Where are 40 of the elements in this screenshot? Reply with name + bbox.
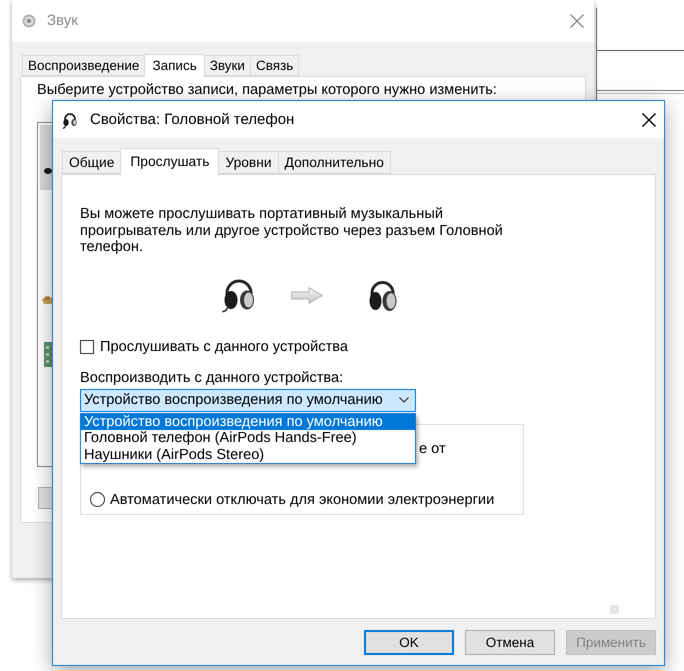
description-text: Вы можете прослушивать портативный музыкальный проигрыватель или другое устройство через разъем Головной телефон. (80, 206, 504, 256)
dropdown-option[interactable]: Устройство воспроизведения по умолчанию (81, 414, 415, 430)
radio-label[interactable]: Автоматически отключать для экономии электроэнергии (110, 492, 494, 508)
tab[interactable]: Связь (250, 55, 300, 76)
headset-icon (222, 278, 256, 312)
option-label: е от (419, 440, 446, 456)
field-label: Воспроизводить с данного устройства: (80, 370, 344, 386)
dialog-button[interactable]: Отмена (465, 630, 555, 655)
tab[interactable]: Запись (144, 54, 205, 77)
close-button[interactable] (641, 112, 657, 128)
window-title: Звук (47, 12, 78, 30)
checkbox-label[interactable]: Прослушивать с данного устройства (100, 338, 348, 354)
chevron-down-icon (399, 397, 409, 403)
speaker-icon (22, 13, 36, 29)
button[interactable] (38, 487, 53, 509)
dropdown-option[interactable]: Головной телефон (AirPods Hands-Free) (81, 430, 415, 446)
checkbox[interactable] (80, 340, 94, 354)
headset-icon (62, 110, 78, 128)
tab[interactable]: Звуки (204, 55, 251, 76)
arrow-right-icon (291, 286, 323, 304)
tab[interactable]: Общие (62, 151, 122, 174)
dropdown-select[interactable]: Устройство воспроизведения по умолчанию (80, 388, 416, 412)
tab[interactable]: Уровни (218, 151, 279, 174)
headphones-icon (368, 278, 397, 312)
close-icon (570, 14, 584, 28)
dialog-button[interactable]: OK (364, 630, 454, 655)
close-icon (642, 112, 656, 126)
device-icon (44, 168, 52, 174)
device-icon (42, 295, 52, 304)
instruction-text: Выберите устройство записи, параметры которого нужно изменить: (37, 82, 497, 98)
dropdown-option[interactable]: Наушники (AirPods Stereo) (81, 446, 415, 463)
device-list-item[interactable] (40, 125, 53, 190)
device-list[interactable] (37, 122, 53, 467)
radio-button[interactable] (90, 492, 105, 507)
device-icon (44, 342, 52, 367)
square-icon (610, 605, 619, 614)
window-title: Свойства: Головной телефон (90, 110, 294, 128)
tab[interactable]: Прослушать (120, 148, 220, 175)
tab[interactable]: Воспроизведение (22, 55, 146, 76)
tab[interactable]: Дополнительно (278, 151, 391, 174)
